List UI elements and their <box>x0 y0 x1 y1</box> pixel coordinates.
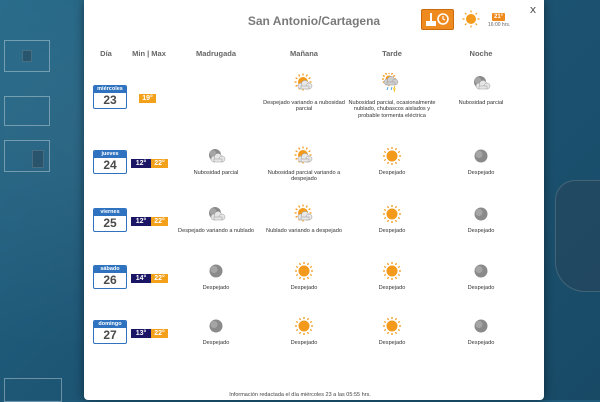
day-name: jueves <box>94 151 126 158</box>
period-description: Despejado <box>378 285 406 291</box>
day-name: miércoles <box>94 86 126 93</box>
period-description: Despejado variando a nublado <box>178 228 254 234</box>
temp-min: 13° <box>131 329 151 338</box>
period-description: Despejado <box>467 285 495 291</box>
period-description: Despejado <box>202 285 230 291</box>
temp-max: 22° <box>151 329 168 338</box>
temp-max: 22° <box>151 274 168 283</box>
day-number: 24 <box>103 158 117 172</box>
period-description: Despejado <box>378 170 406 176</box>
map-landmass <box>555 180 600 292</box>
day-badge[interactable]: miércoles 23 <box>93 85 127 109</box>
moon-cloud-icon <box>474 76 491 90</box>
period-description: Despejado <box>467 340 495 346</box>
period-description: Despejado <box>467 170 495 176</box>
sun-cloud-icon <box>294 204 313 222</box>
period-description: Despejado <box>467 228 495 234</box>
sun-icon <box>383 262 401 280</box>
day-name: sábado <box>94 266 126 273</box>
moon-cloud-icon <box>209 149 226 163</box>
period-description: Nubosidad parcial variando a despejado <box>267 170 341 183</box>
period-description: Despejado <box>290 340 318 346</box>
period-description: Despejado variando a nubosidad parcial <box>263 100 345 113</box>
period-description: Nublado variando a despejado <box>266 228 342 234</box>
map-thumbnail[interactable] <box>4 378 62 402</box>
column-header-manana: Mañana <box>290 49 318 58</box>
column-header-minmax: Min | Max <box>132 49 166 58</box>
period-description: Despejado <box>202 340 230 346</box>
sun-cloud-icon <box>294 73 313 91</box>
map-thumbnail[interactable] <box>4 96 50 126</box>
map-landmass <box>32 150 44 168</box>
current-time-label: 16:00 hrs. <box>488 22 511 28</box>
day-number: 27 <box>103 328 117 342</box>
moon-icon <box>474 319 488 333</box>
sun-icon <box>295 317 313 335</box>
current-sun-icon[interactable] <box>462 10 480 28</box>
day-name: viernes <box>94 209 126 216</box>
temp-min: 12° <box>131 159 151 168</box>
column-header-day: Día <box>100 49 112 58</box>
day-badge[interactable]: sábado 26 <box>93 265 127 289</box>
period-description: Nubosidad parcial <box>193 170 239 176</box>
close-button[interactable]: x <box>527 3 539 16</box>
sun-cloud-icon <box>294 146 313 164</box>
sun-icon <box>383 317 401 335</box>
temp-single: 19° <box>139 94 156 103</box>
map-landmass <box>22 50 32 62</box>
period-description: Despejado <box>378 340 406 346</box>
moon-icon <box>474 207 488 221</box>
day-number: 23 <box>103 93 117 107</box>
footer-note: Información redactada el día miércoles 2… <box>229 392 371 398</box>
period-description: Despejado <box>290 285 318 291</box>
period-description: Nubosidad parcial, ocasionalmente nublad… <box>348 100 436 119</box>
temp-min: 12° <box>131 217 151 226</box>
temp-max: 22° <box>151 159 168 168</box>
moon-icon <box>209 319 223 333</box>
period-description: Nubosidad parcial <box>458 100 504 106</box>
day-badge[interactable]: viernes 25 <box>93 208 127 232</box>
current-temp-badge: 21° <box>492 13 506 21</box>
moon-cloud-icon <box>209 207 226 221</box>
temp-min: 14° <box>131 274 151 283</box>
column-header-madrugada: Madrugada <box>195 49 237 58</box>
moon-icon <box>209 264 223 278</box>
weather-station-icon <box>426 13 449 26</box>
storm-icon <box>382 73 399 93</box>
day-badge[interactable]: domingo 27 <box>93 320 127 344</box>
forecast-view-button[interactable] <box>421 9 454 30</box>
sun-icon <box>383 147 401 165</box>
period-description: Despejado <box>378 228 406 234</box>
sun-icon <box>383 205 401 223</box>
moon-icon <box>474 264 488 278</box>
column-header-noche: Noche <box>469 49 493 58</box>
column-header-tarde: Tarde <box>382 49 402 58</box>
day-name: domingo <box>94 321 126 328</box>
sun-icon <box>295 262 313 280</box>
temp-max: 22° <box>151 217 168 226</box>
day-number: 25 <box>103 216 117 230</box>
day-badge[interactable]: jueves 24 <box>93 150 127 174</box>
moon-icon <box>474 149 488 163</box>
day-number: 26 <box>103 273 117 287</box>
